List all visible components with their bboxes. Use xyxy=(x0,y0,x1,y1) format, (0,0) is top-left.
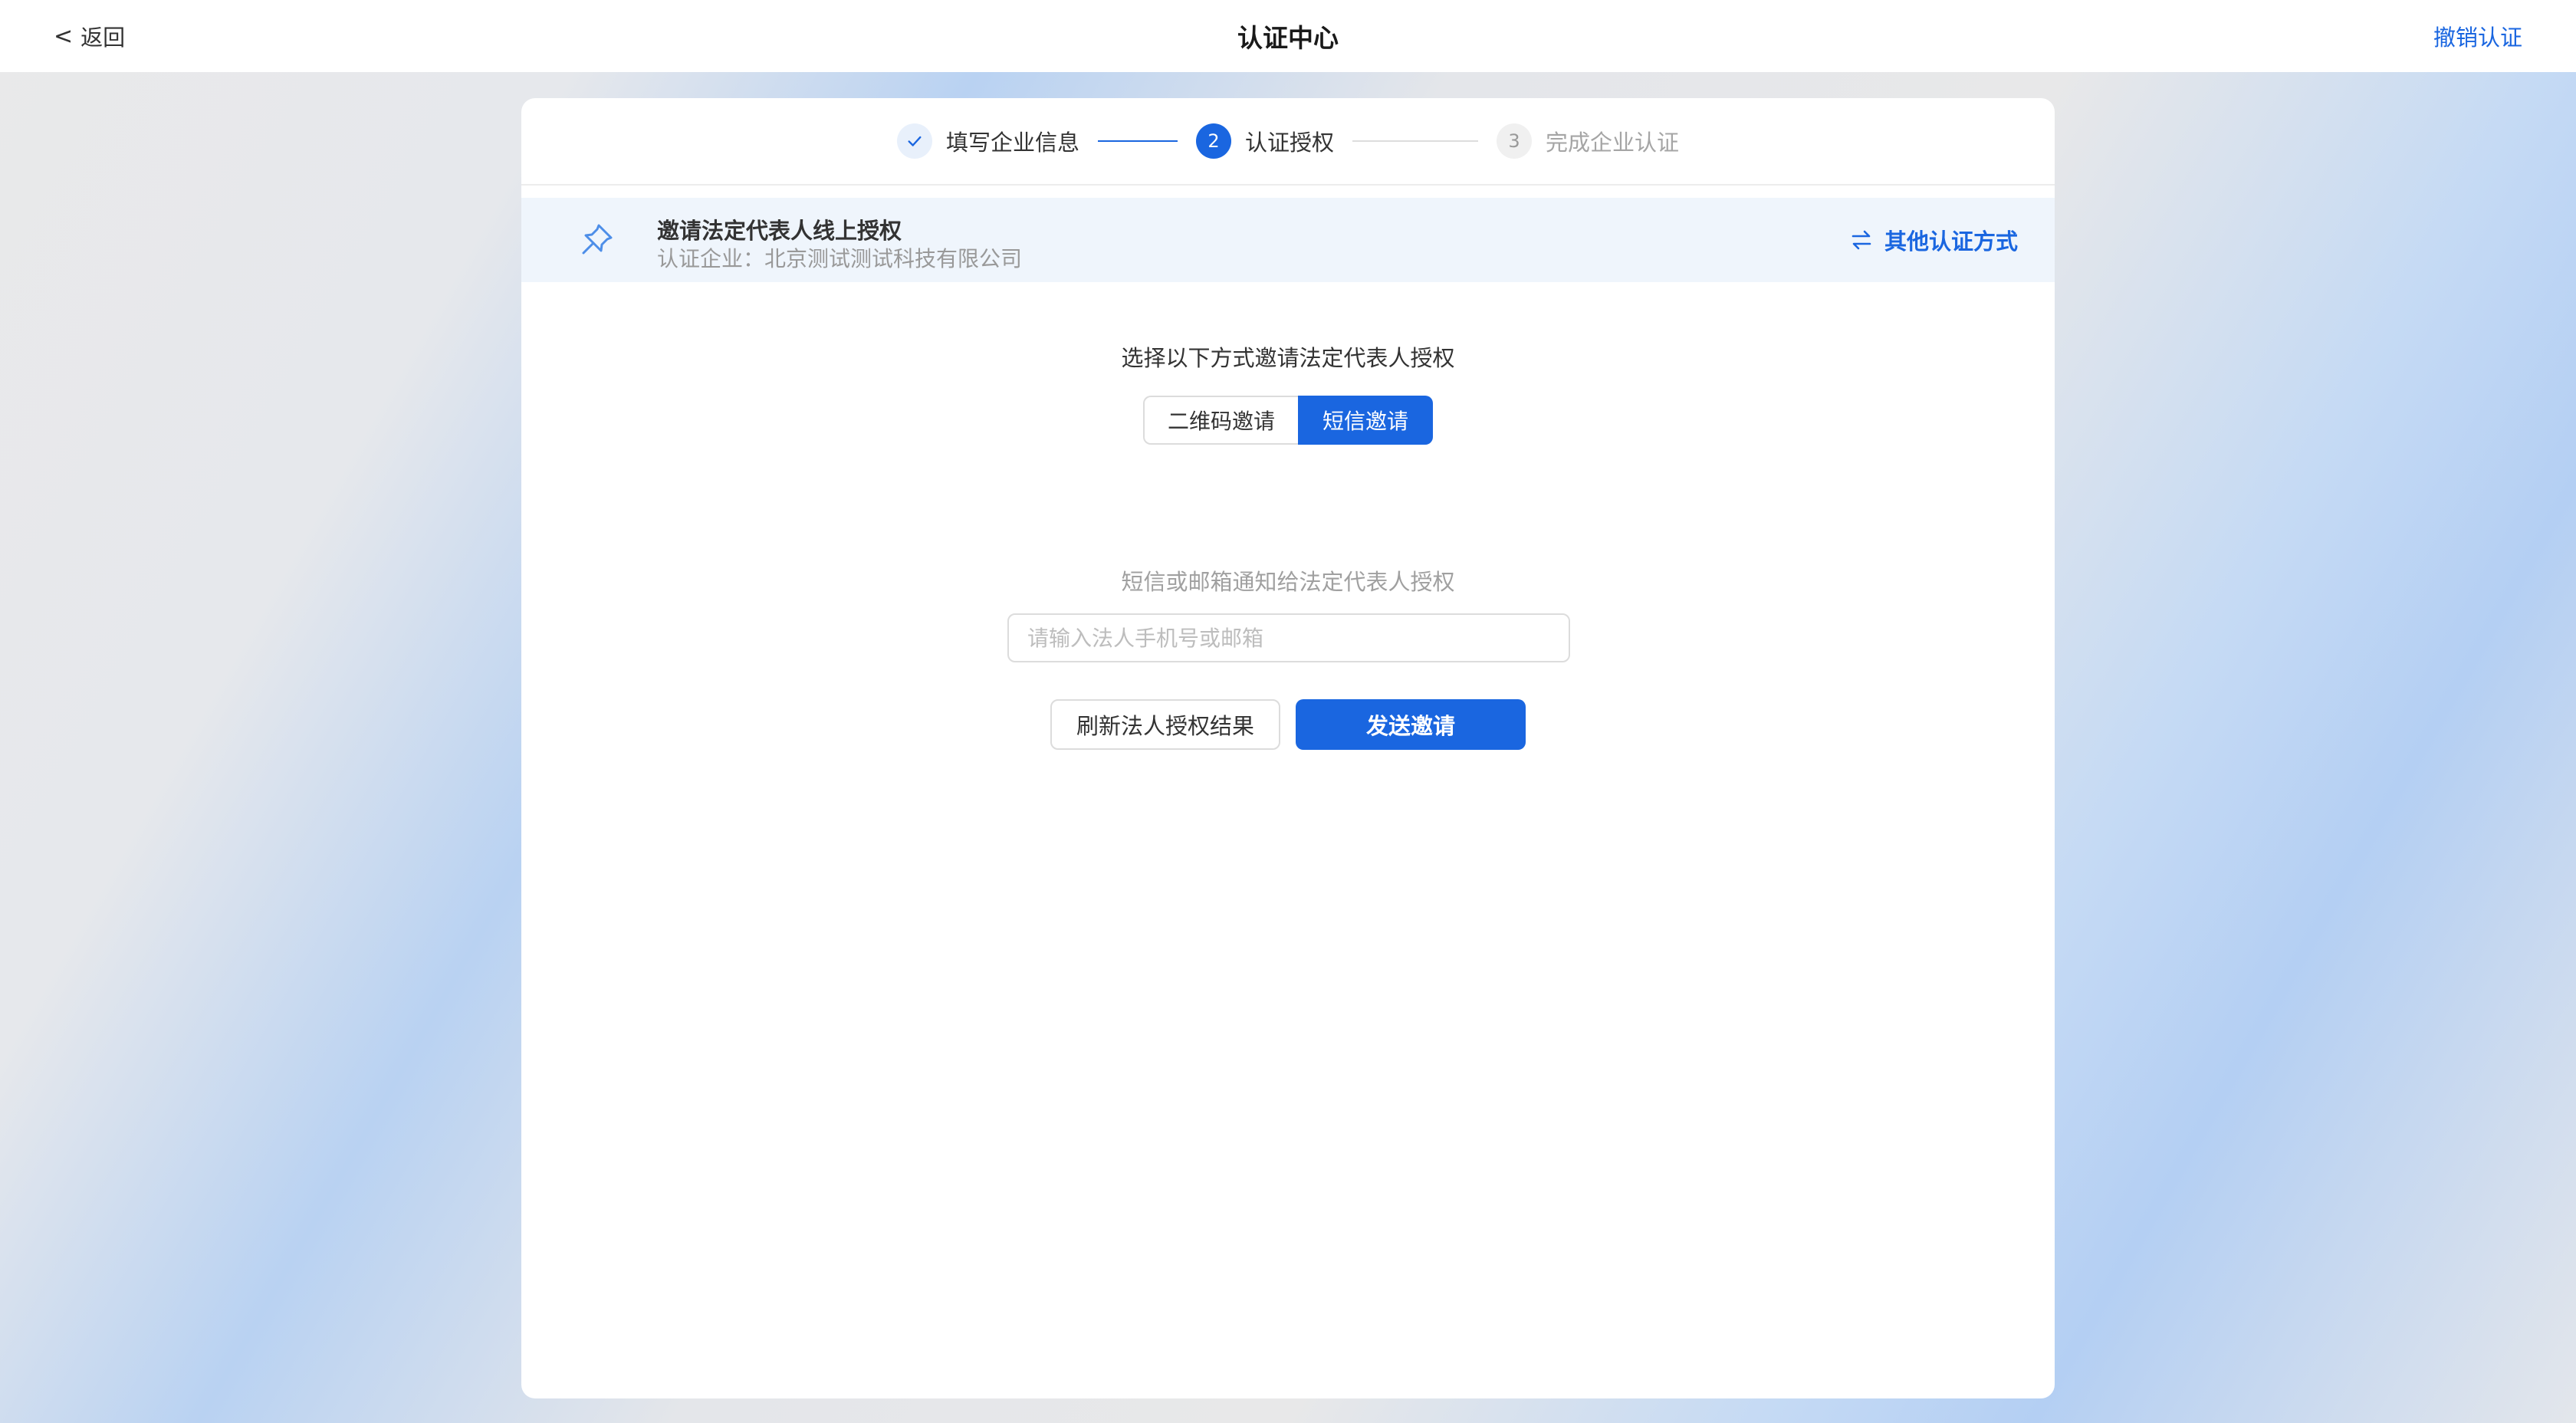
contact-input[interactable] xyxy=(1007,613,1570,662)
page-title: 认证中心 xyxy=(1237,23,1339,53)
qr-invite-option[interactable]: 二维码邀请 xyxy=(1143,396,1298,445)
hint-text: 短信或邮箱通知给法定代表人授权 xyxy=(1121,569,1455,595)
other-methods-label: 其他认证方式 xyxy=(1884,228,2018,255)
other-methods-button[interactable]: 其他认证方式 xyxy=(1849,198,2018,282)
step-complete: 3 完成企业认证 xyxy=(1497,123,1679,159)
step-connector xyxy=(1352,140,1478,142)
check-icon xyxy=(896,123,932,159)
info-banner: 邀请法定代表人线上授权 认证企业：北京测试测试科技有限公司 其他认证方式 xyxy=(521,198,2055,282)
step-number: 3 xyxy=(1497,123,1532,159)
sms-invite-option[interactable]: 短信邀请 xyxy=(1298,396,1433,445)
refresh-result-button[interactable]: 刷新法人授权结果 xyxy=(1050,699,1280,750)
step-authorize: 2 认证授权 xyxy=(1195,123,1334,159)
invite-method-toggle: 二维码邀请 短信邀请 xyxy=(1143,396,1433,445)
back-button[interactable]: < 返回 xyxy=(54,0,125,72)
step-connector xyxy=(1097,140,1178,142)
instruction-text: 选择以下方式邀请法定代表人授权 xyxy=(1121,345,1455,371)
step-fill-info: 填写企业信息 xyxy=(896,123,1079,159)
step-label: 认证授权 xyxy=(1244,130,1334,156)
chevron-left-icon: < xyxy=(54,22,74,50)
step-indicator: 填写企业信息 2 认证授权 3 完成企业认证 xyxy=(521,98,2055,186)
step-label: 完成企业认证 xyxy=(1546,130,1680,156)
banner-title: 邀请法定代表人线上授权 xyxy=(657,218,902,244)
banner-subtitle: 认证企业：北京测试测试科技有限公司 xyxy=(657,246,1023,271)
step-label: 填写企业信息 xyxy=(945,130,1079,156)
pin-icon xyxy=(582,224,613,255)
swap-icon xyxy=(1852,230,1871,250)
top-nav-bar: < 返回 认证中心 撤销认证 xyxy=(0,0,2576,72)
step-number: 2 xyxy=(1195,123,1231,159)
revoke-button[interactable]: 撤销认证 xyxy=(2433,0,2522,72)
back-label: 返回 xyxy=(80,25,126,51)
send-invite-button[interactable]: 发送邀请 xyxy=(1296,699,1526,750)
main-card: 填写企业信息 2 认证授权 3 完成企业认证 邀请法定代表人线上授权 认证企业：… xyxy=(521,98,2055,1398)
